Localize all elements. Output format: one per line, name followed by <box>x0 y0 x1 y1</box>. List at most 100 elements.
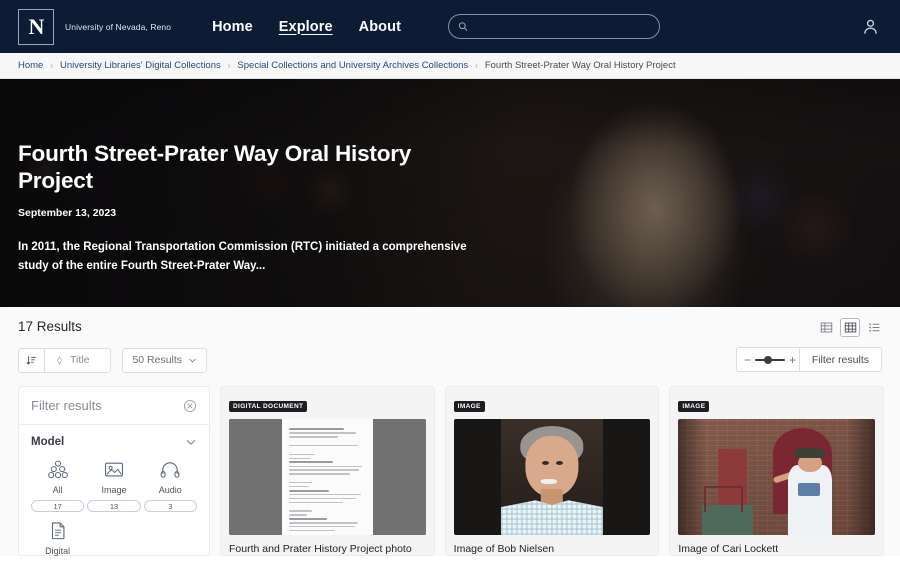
table-icon <box>820 322 832 333</box>
results-toolbar: 17 Results Title 50 Results − + Filter r… <box>0 307 900 373</box>
sort-direction-button[interactable] <box>18 347 44 373</box>
chevron-down-icon <box>186 440 196 445</box>
portrait-eye-right <box>556 460 564 465</box>
zoom-in-button[interactable]: + <box>789 354 796 366</box>
result-card[interactable]: DIGITAL DOCUMENT Fourth and Prater Histo… <box>220 386 435 556</box>
top-navigation-bar: N University of Nevada, Reno Home Explor… <box>0 0 900 53</box>
primary-nav-links: Home Explore About <box>212 19 401 35</box>
nevada-n-logo-icon: N <box>18 8 54 45</box>
portrait-photo <box>500 419 604 535</box>
hero-banner: Fourth Street-Prater Way Oral History Pr… <box>0 79 900 307</box>
all-models-icon <box>47 460 68 479</box>
card-type-badge: IMAGE <box>453 401 485 412</box>
portrait-shirt <box>500 500 604 535</box>
card-title: Fourth and Prater History Project photo … <box>229 543 412 555</box>
image-icon <box>104 462 123 477</box>
facet-option-audio[interactable]: Audio <box>144 459 197 495</box>
hero-description: In 2011, the Regional Transportation Com… <box>18 241 467 273</box>
breadcrumb-separator: › <box>50 61 54 70</box>
filter-panel-title: Filter results <box>31 398 102 413</box>
thumbnail-side-fill <box>372 419 426 535</box>
breadcrumb-separator: › <box>227 61 231 70</box>
search-box[interactable] <box>448 14 661 39</box>
facet-option-label: Digital <box>45 546 71 556</box>
card-thumbnail-portrait <box>453 419 651 535</box>
facet-option-label: All <box>52 485 63 495</box>
sort-descending-icon <box>26 355 36 364</box>
facet-options-grid: All Image Audio 17 13 3 <box>31 459 197 512</box>
breadcrumb-item-home[interactable]: Home <box>18 60 43 71</box>
page-size-dropdown[interactable]: 50 Results <box>122 347 208 373</box>
person-body <box>788 465 832 535</box>
facet-count-audio[interactable]: 3 <box>143 500 197 512</box>
close-circle-icon[interactable] <box>183 399 197 413</box>
facet-option-all[interactable]: All <box>31 459 84 495</box>
card-thumbnail-document <box>229 419 426 535</box>
person-hat <box>795 448 825 459</box>
portrait-eye-left <box>541 460 549 465</box>
grid-icon <box>844 322 856 333</box>
breadcrumb-separator: › <box>475 61 478 70</box>
nav-link-about[interactable]: About <box>359 19 401 35</box>
slider-handle[interactable] <box>763 355 772 364</box>
nav-link-explore[interactable]: Explore <box>279 19 333 35</box>
sort-control-group: Title <box>18 347 112 373</box>
hero-date: September 13, 2023 <box>18 207 117 220</box>
nav-link-home[interactable]: Home <box>212 19 253 35</box>
search-icon <box>458 22 468 31</box>
thumbnail-size-slider[interactable]: − + <box>736 347 804 372</box>
breadcrumb-item-digital-collections[interactable]: University Libraries' Digital Collection… <box>60 60 221 71</box>
search-input[interactable] <box>474 20 651 33</box>
card-type-badge: IMAGE <box>678 401 710 412</box>
logo-wordmark: University of Nevada, Reno <box>65 21 172 32</box>
breadcrumb-item-current: Fourth Street-Prater Way Oral History Pr… <box>484 60 676 71</box>
facet-section-header[interactable]: Model <box>31 436 197 448</box>
headphones-icon <box>160 462 180 478</box>
user-icon[interactable] <box>861 17 880 36</box>
brick-railing <box>703 486 744 512</box>
page-title: Fourth Street-Prater Way Oral History Pr… <box>18 141 412 193</box>
logo-letter: N <box>28 13 45 39</box>
sort-field-label: Title <box>70 354 90 366</box>
facet-section-title: Model <box>31 436 65 448</box>
view-mode-switcher <box>816 318 884 337</box>
facet-count-image[interactable]: 13 <box>87 500 141 512</box>
hero-text-block: Fourth Street-Prater Way Oral History Pr… <box>0 79 480 276</box>
table-view-button[interactable] <box>816 318 836 337</box>
facet-option-label: Image <box>101 485 127 495</box>
result-card[interactable]: IMAGE Image of Cari Lockett <box>669 386 885 556</box>
portrait-mouth <box>540 479 558 484</box>
facet-options-grid-row2: Digital <box>31 520 197 556</box>
site-logo[interactable]: N University of Nevada, Reno <box>18 8 172 45</box>
facet-option-label: Audio <box>158 485 182 495</box>
page-size-label: 50 Results <box>132 354 183 366</box>
sort-and-filter-row: Title 50 Results − + Filter results <box>18 347 882 373</box>
list-view-button[interactable] <box>864 318 884 337</box>
filter-results-button[interactable]: Filter results <box>798 347 882 372</box>
shirt-graphic <box>798 482 820 496</box>
sort-field-button[interactable]: Title <box>44 347 112 373</box>
facet-option-digital[interactable]: Digital <box>31 520 84 556</box>
card-type-badge: DIGITAL DOCUMENT <box>229 401 308 412</box>
filter-panel: Filter results Model All Image Audio 17 … <box>18 386 210 556</box>
filter-results-label: Filter results <box>811 353 869 366</box>
breadcrumb: Home › University Libraries' Digital Col… <box>0 53 900 79</box>
list-icon <box>868 323 879 332</box>
grid-view-button[interactable] <box>840 318 860 337</box>
document-page-preview <box>282 419 373 535</box>
breadcrumb-item-special-collections[interactable]: Special Collections and University Archi… <box>237 60 468 71</box>
slider-track[interactable] <box>755 355 785 364</box>
results-count: 17 Results <box>18 319 82 334</box>
facet-option-image[interactable]: Image <box>87 459 140 495</box>
result-cards-grid: DIGITAL DOCUMENT Fourth and Prater Histo… <box>220 386 885 556</box>
chevron-down-icon <box>189 358 196 362</box>
sort-field-icon <box>57 355 62 365</box>
document-icon <box>51 522 65 540</box>
card-thumbnail-brick-building <box>678 419 876 535</box>
filter-panel-header: Filter results <box>19 387 209 425</box>
zoom-out-button[interactable]: − <box>744 354 751 366</box>
facet-count-all[interactable]: 17 <box>31 500 85 512</box>
card-title: Image of Bob Nielsen <box>453 543 555 555</box>
result-card[interactable]: IMAGE Image of Bob Nielsen <box>444 386 660 556</box>
facet-section-model: Model All Image Audio 17 13 3 Digital <box>19 425 209 556</box>
